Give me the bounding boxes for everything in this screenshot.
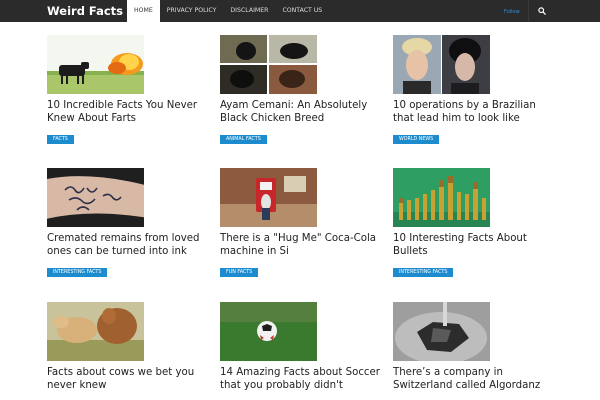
post-title[interactable]: 10 operations by a Brazilian that lead h… [393,99,558,125]
post-thumbnail[interactable] [47,168,144,227]
post-card: There’s a company in Switzerland called … [393,302,553,392]
post-thumbnail[interactable] [393,168,490,227]
category-badge[interactable]: FUN FACTS [220,268,259,277]
post-card: 10 Incredible Facts You Never Knew About… [47,35,207,144]
post-title[interactable]: 10 Incredible Facts You Never Knew About… [47,99,212,125]
post-thumbnail[interactable] [393,302,490,361]
post-thumbnail[interactable] [220,35,317,94]
post-title[interactable]: Facts about cows we bet you never knew [47,366,212,392]
post-title[interactable]: There is a "Hug Me" Coca-Cola machine in… [220,232,385,258]
post-thumbnail[interactable] [220,168,317,227]
category-badge[interactable]: FACTS [47,135,74,144]
post-card: There is a "Hug Me" Coca-Cola machine in… [220,168,380,277]
category-badge[interactable]: ANIMAL FACTS [220,135,267,144]
post-title[interactable]: 14 Amazing Facts about Soccer that you p… [220,366,385,392]
post-title[interactable]: 10 Interesting Facts About Bullets [393,232,558,258]
post-card: 10 Interesting Facts About Bullets INTER… [393,168,553,277]
post-thumbnail[interactable] [220,302,317,361]
post-card: Cremated remains from loved ones can be … [47,168,207,277]
category-badge[interactable]: INTERESTING FACTS [47,268,108,277]
post-title[interactable]: Ayam Cemani: An Absolutely Black Chicken… [220,99,385,125]
post-title[interactable]: There’s a company in Switzerland called … [393,366,558,392]
post-thumbnail[interactable] [47,35,144,94]
post-card: Facts about cows we bet you never knew [47,302,207,392]
category-badge[interactable]: WORLD NEWS [393,135,440,144]
post-grid: 10 Incredible Facts You Never Knew About… [0,0,600,400]
post-thumbnail[interactable] [393,35,490,94]
post-card: 10 operations by a Brazilian that lead h… [393,35,553,144]
category-badge[interactable]: INTERESTING FACTS [393,268,454,277]
post-title[interactable]: Cremated remains from loved ones can be … [47,232,212,258]
post-card: Ayam Cemani: An Absolutely Black Chicken… [220,35,380,144]
post-thumbnail[interactable] [47,302,144,361]
post-card: 14 Amazing Facts about Soccer that you p… [220,302,380,392]
